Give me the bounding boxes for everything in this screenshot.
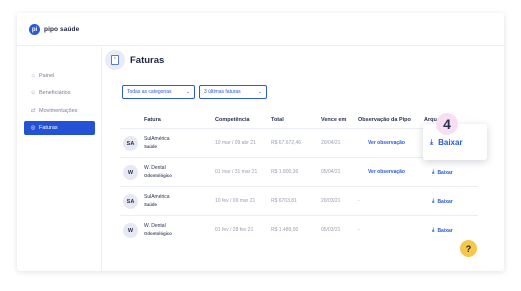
column-header-competencia: Competência xyxy=(215,117,250,123)
download-icon: ⤓ xyxy=(432,227,435,233)
download-icon: ⤓ xyxy=(432,169,435,175)
category-filter-value: Todas as categorias xyxy=(127,89,172,95)
sidebar-item-faturas[interactable]: ◎ Faturas xyxy=(24,121,95,135)
period-filter[interactable]: 3 últimas faturas ⌄ xyxy=(199,85,267,99)
brand-name: pipo saúde xyxy=(44,26,80,33)
competencia-value: 10 mar / 09 abr 21 xyxy=(215,140,256,146)
avatar: W xyxy=(123,223,138,238)
plan-type: Odontológico xyxy=(144,231,172,236)
due-date-value: 20/04/21 xyxy=(321,140,341,146)
download-label: Baixar xyxy=(437,198,453,205)
table-row[interactable] xyxy=(120,215,478,244)
column-header-arquivo: Arqu xyxy=(424,117,437,123)
provider-name: W. Dental xyxy=(144,165,166,171)
download-button-highlighted[interactable]: ⤓ Baixar xyxy=(430,138,463,147)
home-icon: ⌂ xyxy=(31,73,35,79)
logo-mark-icon: pi xyxy=(29,24,40,35)
sidebar-item-label: Beneficiários xyxy=(39,90,71,96)
total-value: R$ 1.800,36 xyxy=(271,169,299,175)
total-value: R$ 67.672,46 xyxy=(271,140,302,146)
page-title: Faturas xyxy=(130,55,165,66)
fatura-provider: W. Dental Odontológico xyxy=(144,165,172,179)
sidebar-item-movimentacoes[interactable]: ⇄ Movimentações xyxy=(24,104,95,118)
avatar: W xyxy=(123,165,138,180)
download-label: Baixar xyxy=(437,227,453,234)
fatura-provider: SulAmérica Saúde xyxy=(144,136,170,150)
competencia-value: 10 fev / 09 mar 21 xyxy=(215,198,256,204)
column-header-observacao: Observação da Pipo xyxy=(358,117,411,123)
column-header-total: Total xyxy=(271,117,284,123)
sidebar: ⌂ Painel ☺ Beneficiários ⇄ Movimentações… xyxy=(17,47,102,271)
sidebar-item-label: Faturas xyxy=(39,125,58,131)
ver-observacao-link[interactable]: Ver observação xyxy=(368,169,405,175)
column-header-fatura: Fatura xyxy=(144,117,161,123)
sidebar-item-label: Painel xyxy=(39,73,55,79)
column-header-vence: Vence em xyxy=(321,117,347,123)
table-row[interactable] xyxy=(120,186,478,215)
plan-type: Saúde xyxy=(144,144,157,149)
provider-name: W. Dental xyxy=(144,223,166,229)
table-row[interactable] xyxy=(120,157,478,186)
sidebar-item-painel[interactable]: ⌂ Painel xyxy=(24,69,95,83)
transfer-icon: ⇄ xyxy=(30,108,36,114)
total-value: R$ 1.489,00 xyxy=(271,227,299,233)
provider-name: SulAmérica xyxy=(144,136,170,142)
provider-name: SulAmérica xyxy=(144,194,170,200)
plan-type: Odontológico xyxy=(144,173,172,178)
avatar: SA xyxy=(123,194,138,209)
invoice-icon: ◎ xyxy=(30,125,36,131)
download-icon: ⤓ xyxy=(432,198,435,204)
document-icon: $ xyxy=(111,55,119,65)
ver-observacao-link[interactable]: Ver observação xyxy=(368,140,405,146)
fatura-provider: SulAmérica Saúde xyxy=(144,194,170,208)
download-button[interactable]: ⤓ Baixar xyxy=(432,169,453,176)
brand-logo[interactable]: pi pipo saúde xyxy=(29,24,79,35)
download-label: Baixar xyxy=(438,138,463,147)
fatura-provider: W. Dental Odontológico xyxy=(144,223,172,237)
download-label: Baixar xyxy=(437,169,453,176)
total-value: R$ 6703,81 xyxy=(271,198,297,204)
due-date-value: 20/03/21 xyxy=(321,198,341,204)
competencia-value: 01 mar / 31 mar 21 xyxy=(215,169,258,175)
users-icon: ☺ xyxy=(30,90,36,96)
category-filter[interactable]: Todas as categorias ⌄ xyxy=(122,85,195,99)
avatar: SA xyxy=(123,136,138,151)
sidebar-item-label: Movimentações xyxy=(39,108,78,114)
period-filter-value: 3 últimas faturas xyxy=(204,89,241,95)
plan-type: Saúde xyxy=(144,202,157,207)
chevron-down-icon: ⌄ xyxy=(257,89,262,95)
competencia-value: 01 fev / 28 fev 21 xyxy=(215,227,254,233)
help-button[interactable]: ? xyxy=(460,240,477,257)
download-button[interactable]: ⤓ Baixar xyxy=(432,198,453,205)
step-number-badge: 4 xyxy=(436,113,458,135)
due-date-value: 05/03/21 xyxy=(321,227,341,233)
chevron-down-icon: ⌄ xyxy=(185,89,190,95)
download-button[interactable]: ⤓ Baixar xyxy=(432,227,453,234)
observacao-empty: - xyxy=(358,227,360,233)
top-bar: pi pipo saúde xyxy=(17,13,504,46)
observacao-empty: - xyxy=(358,198,360,204)
faturas-page-icon: $ xyxy=(105,50,125,70)
sidebar-item-beneficiarios[interactable]: ☺ Beneficiários xyxy=(24,86,95,100)
due-date-value: 05/04/21 xyxy=(321,169,341,175)
download-icon: ⤓ xyxy=(430,138,434,146)
